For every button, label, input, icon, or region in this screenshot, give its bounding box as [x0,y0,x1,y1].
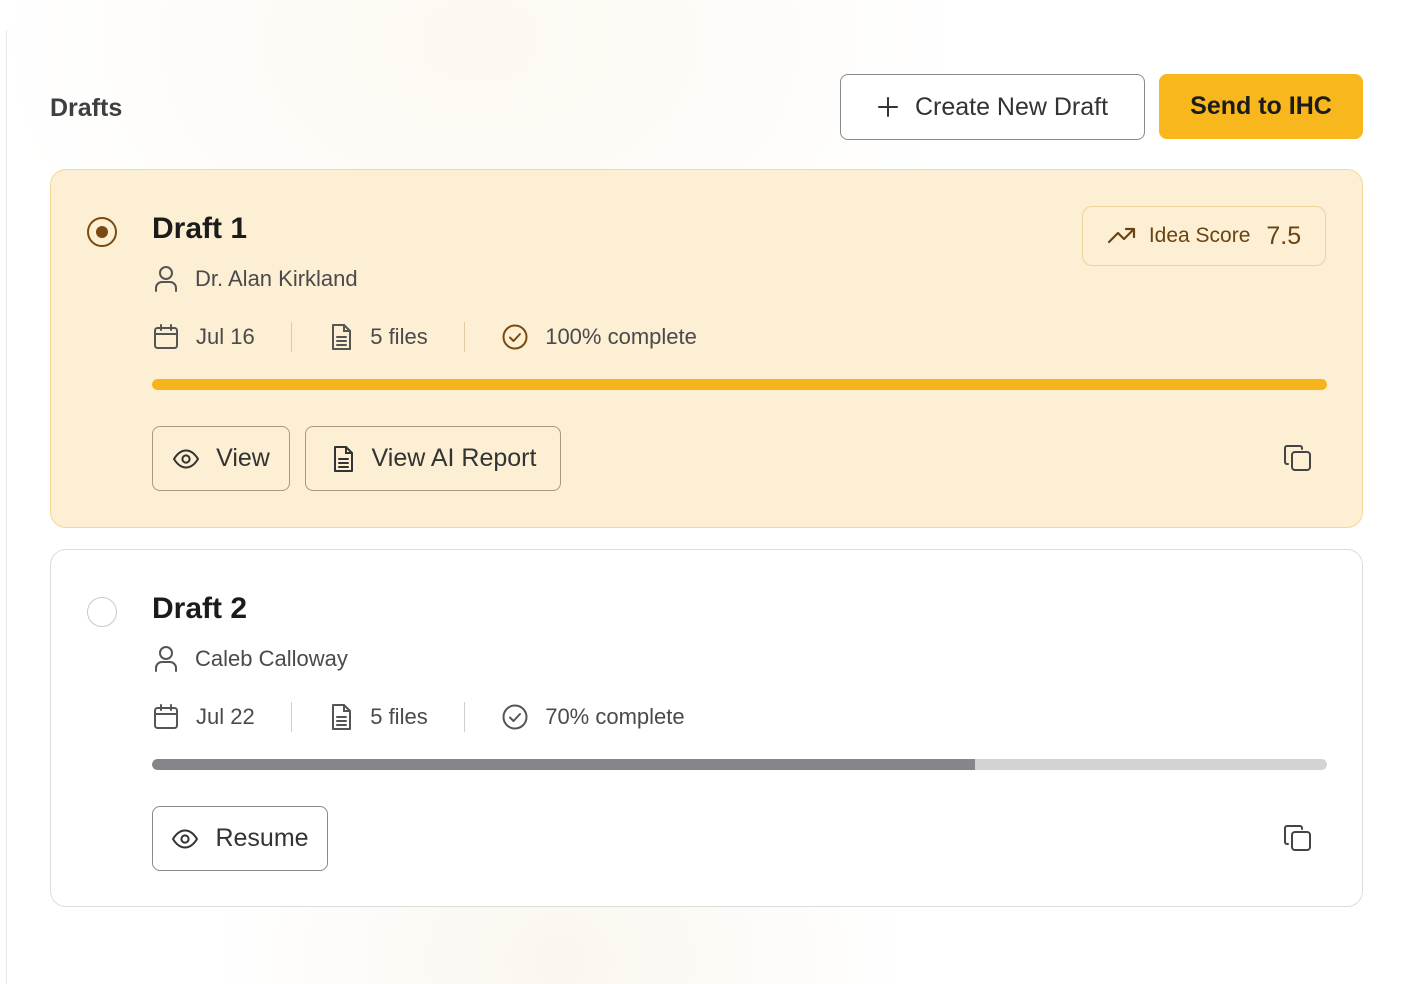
author-name: Dr. Alan Kirkland [195,266,358,291]
meta-divider [290,702,293,732]
create-new-draft-button[interactable]: Create New Draft [840,74,1145,140]
resume-button[interactable]: Resume [152,806,328,871]
user-icon [153,265,179,293]
completion-text: 70% complete [545,704,685,729]
draft-select-radio[interactable] [87,217,117,247]
idea-score-badge: Idea Score 7.5 [1082,206,1326,266]
view-button[interactable]: View [152,426,290,491]
draft-date: Jul 22 [152,703,255,731]
eye-icon [172,449,200,469]
view-ai-report-label: View AI Report [371,444,537,472]
resume-label: Resume [215,824,309,852]
copy-icon[interactable] [1282,442,1314,474]
document-icon [328,703,354,731]
progress-fill [152,379,1327,390]
draft-title: Draft 1 [152,212,248,245]
idea-score-value: 7.5 [1266,221,1302,250]
drafts-page: Drafts Create New Draft Send to IHC Draf… [0,0,1406,984]
draft-title: Draft 2 [152,592,248,625]
draft-card[interactable]: Draft 1 Idea Score 7.5 Dr. Alan Kirkland… [50,169,1363,528]
files-text: 5 files [370,324,428,349]
draft-files: 5 files [328,703,428,731]
check-circle-icon [501,323,529,351]
completion-progress-bar [152,379,1327,390]
copy-icon[interactable] [1282,822,1314,854]
draft-meta: Jul 16 5 files 100% complete [152,320,697,354]
calendar-icon [152,703,180,731]
draft-files: 5 files [328,323,428,351]
files-text: 5 files [370,704,428,729]
plus-icon [877,96,899,118]
completion-progress-bar [152,759,1327,770]
create-new-draft-label: Create New Draft [914,92,1109,121]
view-label: View [216,444,270,472]
author-name: Caleb Calloway [195,646,348,671]
view-ai-report-button[interactable]: View AI Report [305,426,561,491]
send-to-ihc-button[interactable]: Send to IHC [1159,74,1363,139]
draft-meta: Jul 22 5 files 70% complete [152,700,685,734]
check-circle-icon [501,703,529,731]
drafts-header: Drafts Create New Draft Send to IHC [50,74,1363,140]
date-text: Jul 16 [196,324,255,349]
calendar-icon [152,323,180,351]
date-text: Jul 22 [196,704,255,729]
draft-completion: 70% complete [501,703,685,731]
left-divider [6,30,7,984]
eye-icon [171,829,199,849]
trending-up-icon [1107,226,1137,246]
idea-score-label: Idea Score [1148,224,1251,247]
meta-divider [463,702,466,732]
page-title: Drafts [50,94,123,122]
user-icon [153,645,179,673]
meta-divider [290,322,293,352]
draft-author: Dr. Alan Kirkland [153,264,358,294]
progress-fill [152,759,975,770]
draft-select-radio[interactable] [87,597,117,627]
draft-card[interactable]: Draft 2 Caleb Calloway Jul 22 5 files 70… [50,549,1363,907]
draft-date: Jul 16 [152,323,255,351]
document-icon [330,445,356,473]
document-icon [328,323,354,351]
draft-completion: 100% complete [501,323,697,351]
meta-divider [463,322,466,352]
draft-author: Caleb Calloway [153,644,348,674]
completion-text: 100% complete [545,324,697,349]
